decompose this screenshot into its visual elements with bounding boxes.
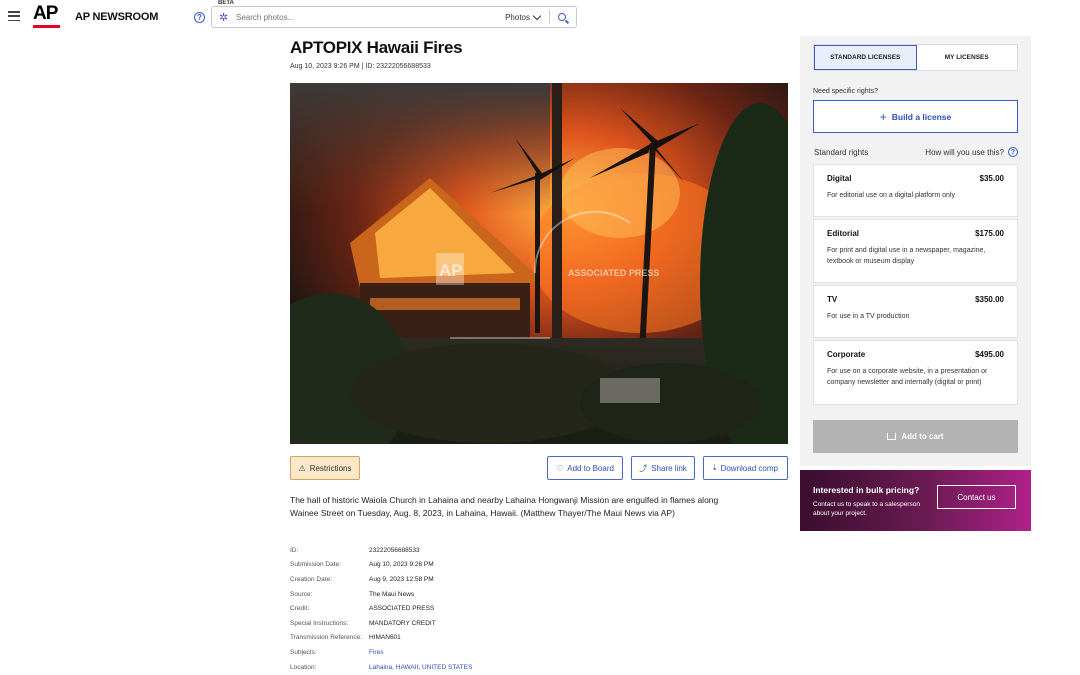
license-option-digital[interactable]: Digital $35.00 For editorial use on a dig…: [813, 164, 1018, 217]
cart-icon: [887, 433, 897, 440]
detail-label: Location:: [290, 663, 317, 671]
detail-label: Credit:: [290, 605, 310, 613]
license-price: $350.00: [975, 295, 1004, 304]
tab-standard-licenses[interactable]: STANDARD LICENSES: [814, 45, 917, 70]
detail-label: Transmission Reference:: [290, 634, 363, 642]
license-price: $35.00: [979, 174, 1004, 183]
license-price: $175.00: [975, 229, 1004, 238]
restrictions-label: Restrictions: [309, 463, 352, 473]
add-to-board-label: Add to Board: [567, 463, 614, 473]
license-tabs: STANDARD LICENSES MY LICENSES: [813, 44, 1018, 71]
bulk-pricing-banner: Interested in bulk pricing? Contact us t…: [800, 470, 1031, 531]
how-use-link[interactable]: How will you use this? ?: [925, 147, 1018, 157]
detail-value: Aug 9, 2023 12:58 PM: [369, 575, 434, 583]
logo-underline: [33, 25, 60, 28]
detail-value: ASSOCIATED PRESS: [369, 605, 435, 613]
watermark-text: ASSOCIATED PRESS: [568, 268, 659, 278]
detail-row: Subjects: Fires: [290, 645, 472, 660]
detail-label: Submission Date:: [290, 561, 341, 569]
license-name: Digital: [827, 174, 852, 183]
license-name: TV: [827, 295, 838, 304]
license-desc: For use in a TV production: [827, 313, 910, 320]
search-input[interactable]: [236, 12, 506, 22]
standard-rights-label: Standard rights: [814, 148, 869, 157]
add-to-board-button[interactable]: ♡ Add to Board: [547, 456, 623, 480]
photo-caption: The hall of historic Waiola Church in La…: [290, 495, 719, 518]
share-link-label: Share link: [651, 463, 687, 473]
bulk-subtitle: Contact us to speak to a salesperson abo…: [813, 501, 920, 517]
build-license-button[interactable]: + Build a license: [813, 100, 1018, 133]
share-link-button[interactable]: ⤴ Share link: [631, 456, 695, 480]
detail-row: Special Instructions: MANDATORY CREDIT: [290, 616, 472, 631]
detail-row: ID: 23222056688533: [290, 543, 472, 558]
how-use-label: How will you use this?: [925, 147, 1004, 157]
detail-row: Source: The Maui News: [290, 587, 472, 602]
detail-label: Source:: [290, 590, 313, 598]
license-desc: For editorial use on a digital platform …: [827, 192, 956, 199]
detail-label: ID:: [290, 546, 299, 554]
detail-value: 23222056688533: [369, 546, 420, 554]
search-divider: [549, 10, 550, 24]
search-type-select[interactable]: Photos: [505, 13, 530, 22]
question-icon[interactable]: ?: [1008, 147, 1018, 157]
restrictions-button[interactable]: ⚠ Restrictions: [290, 456, 360, 480]
download-comp-label: Download comp: [720, 463, 778, 473]
detail-label: Subjects:: [290, 648, 317, 656]
detail-value: Aug 10, 2023 9:26 PM: [369, 561, 434, 569]
warning-icon: ⚠: [298, 463, 306, 473]
detail-label: Creation Date:: [290, 575, 332, 583]
build-license-label: Build a license: [891, 111, 952, 122]
help-icon[interactable]: ?: [194, 12, 205, 23]
search-bar: ✲ Photos: [211, 6, 577, 28]
license-price: $495.00: [975, 350, 1004, 359]
detail-row: Location: Lahaina, HAWAII, UNITED STATES: [290, 660, 472, 675]
tab-my-licenses[interactable]: MY LICENSES: [917, 45, 1018, 70]
bulk-title: Interested in bulk pricing?: [813, 485, 920, 495]
download-comp-button[interactable]: ⤓ Download comp: [703, 456, 788, 480]
need-rights-label: Need specific rights?: [813, 88, 878, 95]
brand-name[interactable]: AP NEWSROOM: [75, 11, 158, 23]
detail-label: Special Instructions:: [290, 619, 349, 627]
plus-icon: +: [879, 109, 887, 124]
main-photo[interactable]: AP ASSOCIATED PRESS: [290, 83, 788, 444]
details-list: ID: 23222056688533 Submission Date: Aug 10…: [290, 543, 472, 674]
subject-link[interactable]: Fires: [369, 649, 383, 656]
heart-icon: ♡: [556, 463, 564, 473]
menu-icon[interactable]: [8, 11, 20, 21]
detail-value: MANDATORY CREDIT: [369, 619, 436, 627]
add-to-cart-button[interactable]: Add to cart: [813, 420, 1018, 453]
page-title: APTOPIX Hawaii Fires: [290, 38, 463, 57]
photo-meta: Aug 10, 2023 9:26 PM | ID: 2322205668853…: [290, 63, 431, 70]
license-option-editorial[interactable]: Editorial $175.00 For print and digital u…: [813, 219, 1018, 283]
share-icon: ⤴: [639, 463, 648, 473]
location-link[interactable]: Lahaina, HAWAII, UNITED STATES: [369, 664, 472, 671]
sparkle-icon: ✲: [219, 11, 229, 24]
watermark-logo: AP: [439, 261, 463, 280]
license-sidebar: STANDARD LICENSES MY LICENSES Need speci…: [800, 36, 1031, 466]
chevron-down-icon[interactable]: [532, 11, 542, 20]
detail-value: The Maui News: [369, 590, 415, 598]
ap-logo[interactable]: AP: [33, 3, 58, 25]
search-icon[interactable]: [558, 13, 566, 21]
detail-row: Transmission Reference: HIMAN601: [290, 631, 472, 646]
license-name: Corporate: [827, 350, 866, 359]
license-option-tv[interactable]: TV $350.00 For use in a TV production: [813, 285, 1018, 338]
detail-row: Submission Date: Aug 10, 2023 9:26 PM: [290, 558, 472, 573]
license-desc: For print and digital use in a newspaper…: [827, 247, 986, 265]
license-name: Editorial: [827, 229, 860, 238]
add-to-cart-label: Add to cart: [901, 432, 944, 441]
contact-us-button[interactable]: Contact us: [937, 485, 1016, 509]
download-icon: ⤓: [713, 463, 717, 472]
detail-value: HIMAN601: [369, 634, 401, 642]
license-option-corporate[interactable]: Corporate $495.00 For use on a corporate …: [813, 340, 1018, 405]
detail-row: Creation Date: Aug 9, 2023 12:58 PM: [290, 572, 472, 587]
detail-row: Credit: ASSOCIATED PRESS: [290, 601, 472, 616]
license-desc: For use on a corporate website, in a pre…: [827, 368, 988, 386]
